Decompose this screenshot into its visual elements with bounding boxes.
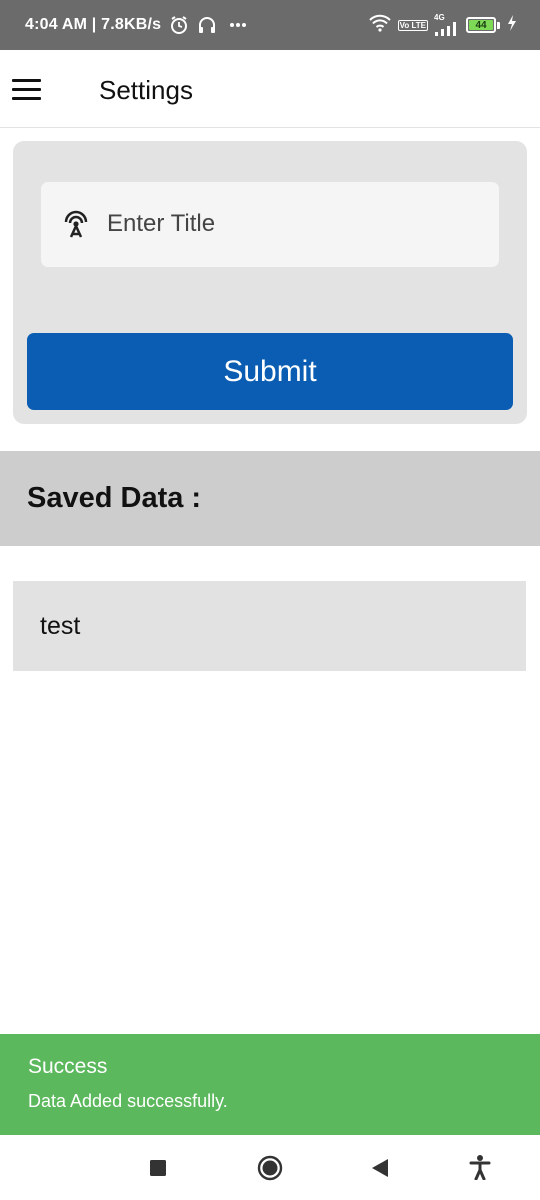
battery-icon: 44	[466, 17, 500, 33]
accessibility-icon[interactable]	[469, 1154, 491, 1185]
navigation-bar	[0, 1135, 540, 1200]
snackbar-title: Success	[28, 1055, 108, 1078]
battery-level: 44	[469, 20, 493, 31]
saved-data-header: Saved Data :	[0, 451, 540, 546]
submit-button[interactable]: Submit	[27, 333, 513, 410]
broadcast-tower-icon	[61, 209, 91, 239]
app-bar: Settings	[0, 50, 540, 128]
home-icon[interactable]	[257, 1155, 283, 1186]
title-input-container[interactable]	[41, 182, 499, 267]
menu-icon[interactable]	[12, 79, 42, 101]
list-item[interactable]: test	[13, 581, 526, 671]
network-type-label: 4G	[434, 13, 445, 22]
headphones-icon	[197, 15, 217, 35]
wifi-icon	[368, 14, 392, 37]
volte-badge: Vo LTE	[397, 19, 428, 31]
signal-icon: 4G	[434, 14, 460, 36]
status-time-speed: 4:04 AM | 7.8KB/s	[25, 16, 162, 33]
status-left: 4:04 AM | 7.8KB/s	[25, 15, 247, 35]
success-snackbar: Success Data Added successfully.	[0, 1034, 540, 1135]
saved-data-heading: Saved Data :	[27, 482, 202, 514]
title-input[interactable]	[107, 204, 487, 244]
more-icon	[229, 22, 247, 28]
form-card: Submit	[13, 141, 527, 424]
alarm-icon	[169, 15, 189, 35]
status-right: Vo LTE 4G 44	[368, 14, 518, 37]
status-bar: 4:04 AM | 7.8KB/s Vo LTE 4G 44	[0, 0, 540, 50]
page-title: Settings	[99, 75, 193, 105]
charging-icon	[506, 14, 518, 37]
snackbar-message: Data Added successfully.	[28, 1091, 228, 1111]
recents-icon[interactable]	[149, 1159, 167, 1182]
back-icon[interactable]	[370, 1157, 390, 1184]
